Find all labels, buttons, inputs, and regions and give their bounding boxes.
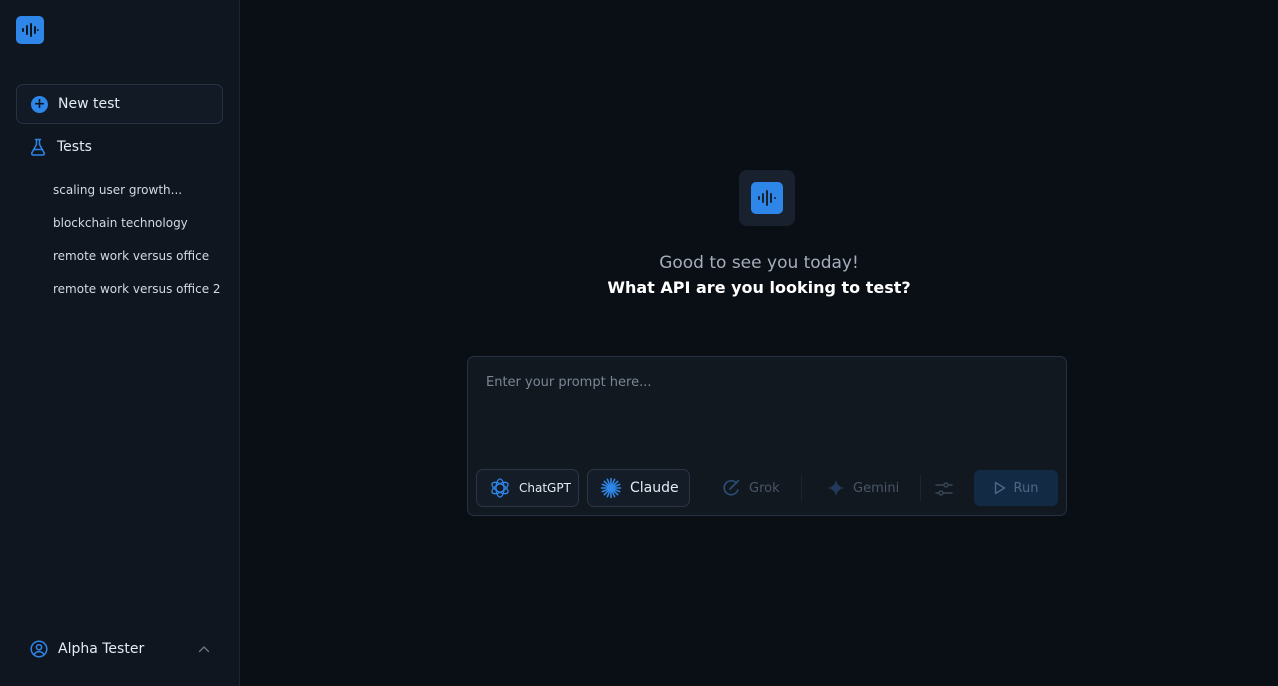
waveform-icon <box>758 190 776 206</box>
user-circle-icon <box>30 640 48 658</box>
tests-label: Tests <box>57 139 92 155</box>
test-item[interactable]: remote work versus office <box>53 246 221 279</box>
chevron-up-icon[interactable] <box>198 645 210 653</box>
sidebar: + New test Tests scaling user growth... … <box>0 0 240 686</box>
test-list: scaling user growth... blockchain techno… <box>53 180 221 312</box>
gemini-label: Gemini <box>853 480 900 496</box>
gemini-toggle[interactable]: Gemini <box>814 469 914 507</box>
hero-logo <box>739 170 795 226</box>
chatgpt-toggle[interactable]: ChatGPT <box>476 469 579 507</box>
play-icon <box>994 481 1005 495</box>
grok-icon <box>723 479 740 496</box>
test-item[interactable]: blockchain technology <box>53 213 221 246</box>
gemini-sparkle-icon <box>827 479 845 497</box>
flask-icon <box>30 138 46 156</box>
settings-button[interactable] <box>932 477 956 501</box>
test-item[interactable]: remote work versus office 2 <box>53 279 221 312</box>
test-item[interactable]: scaling user growth... <box>53 180 221 213</box>
app-logo[interactable] <box>16 16 44 44</box>
divider <box>801 475 802 501</box>
claude-toggle[interactable]: Claude <box>587 469 690 507</box>
run-button[interactable]: Run <box>974 470 1058 506</box>
claude-starburst-icon <box>600 477 622 499</box>
chatgpt-label: ChatGPT <box>519 481 571 495</box>
user-menu[interactable]: Alpha Tester <box>30 639 210 659</box>
waveform-icon <box>22 23 39 37</box>
new-test-button[interactable]: + New test <box>16 84 223 124</box>
tests-section-header[interactable]: Tests <box>30 137 92 157</box>
run-label: Run <box>1013 480 1039 496</box>
greeting-text: Good to see you today! <box>659 253 859 273</box>
divider <box>920 475 921 501</box>
prompt-panel: ChatGPT Claude <box>467 356 1067 516</box>
grok-label: Grok <box>749 480 780 496</box>
prompt-input[interactable] <box>486 375 1046 455</box>
user-name: Alpha Tester <box>58 641 145 657</box>
app: + New test Tests scaling user growth... … <box>0 0 1278 686</box>
sliders-icon <box>935 482 953 496</box>
claude-label: Claude <box>630 480 679 496</box>
page-title: What API are you looking to test? <box>607 278 911 297</box>
main-content: Good to see you today! What API are you … <box>240 0 1278 686</box>
openai-icon <box>491 478 509 498</box>
plus-circle-icon: + <box>31 95 48 113</box>
grok-toggle[interactable]: Grok <box>708 469 798 507</box>
new-test-label: New test <box>58 96 120 112</box>
